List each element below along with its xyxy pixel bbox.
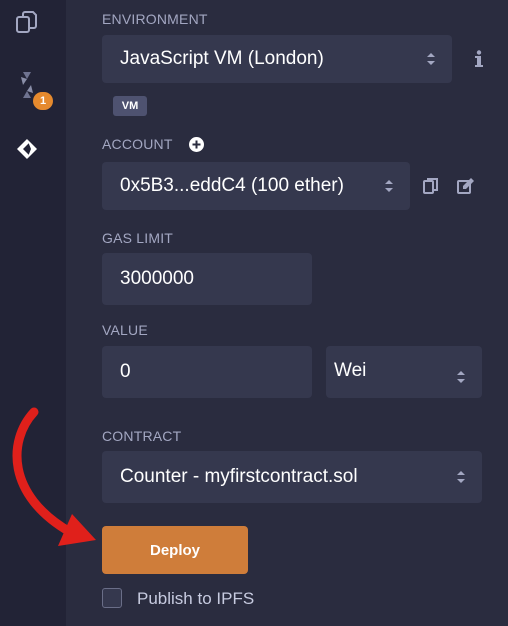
select-arrows-icon	[385, 180, 393, 192]
value-label: VALUE	[102, 322, 148, 338]
account-value: 0x5B3...eddC4 (100 ether)	[120, 175, 344, 196]
compiler-badge: 1	[33, 92, 53, 110]
select-arrows-icon	[427, 53, 435, 65]
contract-label: CONTRACT	[102, 428, 182, 444]
contract-value: Counter - myfirstcontract.sol	[120, 466, 358, 487]
select-arrows-icon	[457, 371, 465, 384]
deploy-run-icon[interactable]	[12, 134, 42, 164]
value-input[interactable]: 0	[102, 346, 312, 398]
environment-value: JavaScript VM (London)	[120, 48, 324, 69]
info-icon[interactable]	[470, 48, 488, 70]
select-arrows-icon	[457, 471, 465, 483]
publish-ipfs-label: Publish to IPFS	[137, 589, 255, 608]
gas-limit-label: GAS LIMIT	[102, 230, 174, 246]
vm-chip: VM	[113, 96, 147, 116]
publish-ipfs-checkbox[interactable]	[102, 588, 122, 608]
gas-limit-value: 3000000	[120, 268, 194, 289]
gas-limit-input[interactable]: 3000000	[102, 253, 312, 305]
environment-label: ENVIRONMENT	[102, 11, 208, 27]
annotation-arrow-icon	[12, 407, 96, 546]
unit-value: Wei	[334, 360, 367, 381]
copy-icon[interactable]	[422, 176, 440, 196]
value-amount: 0	[120, 361, 131, 382]
environment-select[interactable]: JavaScript VM (London)	[102, 35, 452, 83]
deploy-button[interactable]: Deploy	[102, 526, 248, 574]
account-select[interactable]: 0x5B3...eddC4 (100 ether)	[102, 162, 410, 210]
file-explorer-icon[interactable]	[12, 8, 42, 38]
add-account-icon[interactable]	[188, 136, 204, 152]
account-label: ACCOUNT	[102, 136, 173, 152]
edit-icon[interactable]	[456, 176, 476, 196]
contract-select[interactable]: Counter - myfirstcontract.sol	[102, 451, 482, 503]
unit-select[interactable]: Wei	[326, 346, 482, 398]
